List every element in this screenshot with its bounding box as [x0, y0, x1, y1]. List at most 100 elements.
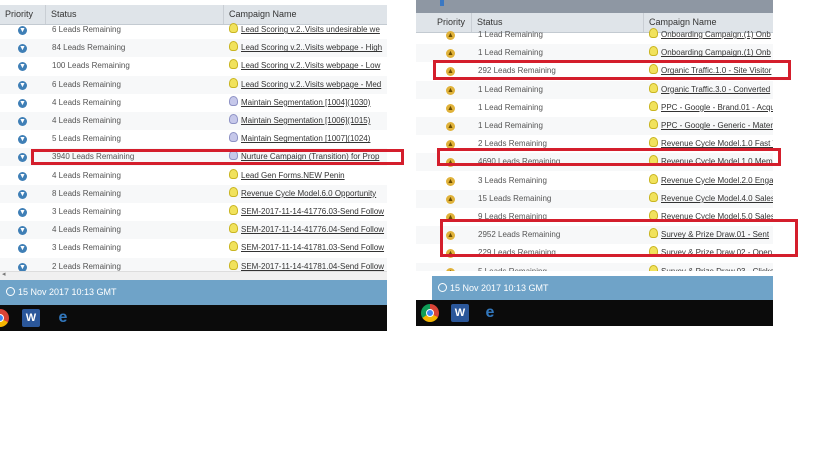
table-row[interactable]: ▲ 3 Leads Remaining Revenue Cycle Model.2.…: [416, 172, 773, 190]
word-icon[interactable]: W: [22, 309, 40, 327]
status-cell: 6 Leads Remaining: [52, 25, 121, 34]
priority-down-icon[interactable]: ▼: [18, 44, 27, 54]
table-row[interactable]: ▲ 1 Lead Remaining Onboarding Campaign.(1)…: [416, 26, 773, 44]
priority-down-icon[interactable]: ▼: [18, 98, 27, 108]
table-row[interactable]: ▼ 5 Leads Remaining Maintain Segmentation …: [0, 130, 387, 148]
campaign-link[interactable]: Maintain Segmentation [1004](1030): [241, 98, 370, 107]
table-row[interactable]: ▼ 8 Leads Remaining Revenue Cycle Model.6.…: [0, 184, 387, 203]
table-row[interactable]: ▲ 1 Lead Remaining PPC - Google - Brand.01…: [416, 99, 773, 117]
scroll-left-arrow-icon[interactable]: ◂: [2, 270, 6, 278]
campaign-link[interactable]: Lead Scoring v.2..Visits webpage - Med: [241, 80, 381, 89]
table-row[interactable]: ▼ 4 Leads Remaining Maintain Segmentation …: [0, 112, 387, 130]
campaign-link[interactable]: Maintain Segmentation [1007](1024): [241, 134, 370, 143]
campaign-link[interactable]: PPC - Google - Brand.01 - Acqu: [661, 103, 773, 112]
table-row[interactable]: ▼ 6 Leads Remaining Lead Scoring v.2..Visi…: [0, 75, 387, 94]
priority-cell: ▼: [18, 167, 27, 185]
table-row[interactable]: ▼ 4 Leads Remaining Maintain Segmentation …: [0, 94, 387, 112]
word-icon[interactable]: W: [451, 304, 469, 322]
campaign-link[interactable]: SEM-2017-11-14-41781.04-Send Follow: [241, 262, 384, 271]
highlight-box-survey: [440, 219, 798, 257]
campaign-link[interactable]: Revenue Cycle Model.2.0 Enga: [661, 176, 773, 185]
priority-down-icon[interactable]: ▼: [18, 135, 27, 145]
table-row[interactable]: ▼ 3 Leads Remaining SEM-2017-11-14-41776.0…: [0, 203, 387, 221]
left-footer: 15 Nov 2017 10:13 GMT: [0, 280, 387, 305]
table-row[interactable]: ▲ 15 Leads Remaining Revenue Cycle Model.4…: [416, 189, 773, 208]
table-row[interactable]: ▲ 5 Leads Remaining Survey & Prize Draw.03…: [416, 262, 773, 271]
priority-cell: ▲: [446, 81, 455, 99]
edge-icon[interactable]: e: [481, 304, 499, 322]
lightbulb-icon: [229, 114, 238, 124]
right-footer-timestamp: 15 Nov 2017 10:13 GMT: [450, 283, 549, 293]
table-row[interactable]: ▼ 4 Leads Remaining Lead Gen Forms.NEW Pen…: [0, 167, 387, 185]
priority-down-icon[interactable]: ▼: [18, 189, 27, 199]
priority-down-icon[interactable]: ▼: [18, 153, 27, 163]
priority-down-icon[interactable]: ▼: [18, 171, 27, 181]
priority-cell: ▼: [18, 203, 27, 221]
priority-up-icon[interactable]: ▲: [446, 122, 455, 131]
priority-cell: ▼: [18, 130, 27, 148]
priority-cell: ▲: [446, 190, 455, 208]
priority-down-icon[interactable]: ▼: [18, 62, 27, 72]
campaign-link[interactable]: SEM-2017-11-14-41781.03-Send Follow: [241, 243, 384, 252]
lightbulb-icon: [229, 205, 238, 215]
lightbulb-icon: [649, 46, 658, 57]
campaign-cell: Lead Scoring v.2..Visits webpage - Low: [229, 57, 387, 75]
table-row[interactable]: ▲ 1 Lead Remaining Organic Traffic.3.0 - C…: [416, 80, 773, 99]
status-cell: 1 Lead Remaining: [478, 121, 543, 130]
campaign-cell: Lead Gen Forms.NEW Penin: [229, 167, 387, 185]
campaign-link[interactable]: Lead Scoring v.2..Visits undesirable we: [241, 25, 380, 34]
campaign-link[interactable]: Lead Gen Forms.NEW Penin: [241, 171, 345, 180]
priority-down-icon[interactable]: ▼: [18, 226, 27, 236]
campaign-link[interactable]: Onboarding Campaign.(1) Onb: [661, 30, 771, 39]
campaign-link[interactable]: Organic Traffic.3.0 - Converted: [661, 85, 770, 94]
priority-down-icon[interactable]: ▼: [18, 244, 27, 254]
edge-icon[interactable]: e: [54, 309, 72, 327]
lightbulb-icon: [649, 119, 658, 129]
priority-up-icon[interactable]: ▲: [446, 49, 455, 59]
status-cell: 1 Lead Remaining: [478, 102, 543, 112]
priority-up-icon[interactable]: ▲: [446, 103, 455, 113]
priority-down-icon[interactable]: ▼: [18, 26, 27, 35]
table-row[interactable]: ▼ 3 Leads Remaining SEM-2017-11-14-41781.0…: [0, 239, 387, 257]
campaign-link[interactable]: Revenue Cycle Model.4.0 Sales: [661, 194, 773, 203]
chrome-icon[interactable]: [421, 304, 439, 322]
priority-up-icon[interactable]: ▲: [446, 31, 455, 40]
priority-up-icon[interactable]: ▲: [446, 176, 455, 186]
lightbulb-icon: [649, 28, 658, 38]
priority-down-icon[interactable]: ▼: [18, 117, 27, 126]
campaign-link[interactable]: Revenue Cycle Model.6.0 Opportunity: [241, 189, 376, 198]
campaign-link[interactable]: SEM-2017-11-14-41776.03-Send Follow: [241, 207, 384, 216]
priority-cell: ▲: [446, 263, 455, 271]
campaign-link[interactable]: PPC - Google - Generic - Mater: [661, 121, 773, 130]
priority-down-icon[interactable]: ▼: [18, 80, 27, 90]
left-horizontal-scrollbar[interactable]: ◂: [0, 271, 387, 280]
campaign-link[interactable]: Revenue Cycle Model.1.0 Fast T: [661, 139, 773, 148]
table-row[interactable]: ▼ 4 Leads Remaining SEM-2017-11-14-41776.0…: [0, 221, 387, 240]
chrome-icon[interactable]: [0, 309, 9, 327]
lightbulb-icon: [649, 82, 658, 93]
campaign-cell: PPC - Google - Brand.01 - Acqu: [649, 99, 773, 117]
status-cell: 8 Leads Remaining: [52, 188, 121, 198]
campaign-cell: Onboarding Campaign.(1) Onb: [649, 26, 773, 44]
campaign-link[interactable]: Lead Scoring v.2..Visits webpage - Low: [241, 61, 380, 70]
lightbulb-icon: [229, 168, 238, 179]
priority-down-icon[interactable]: ▼: [18, 208, 27, 217]
campaign-link[interactable]: Lead Scoring v.2..Visits webpage - High: [241, 43, 382, 52]
campaign-link[interactable]: Survey & Prize Draw.03 - Clicke: [661, 267, 773, 271]
lightbulb-icon: [229, 77, 238, 88]
table-row[interactable]: ▼ 100 Leads Remaining Lead Scoring v.2..Vi…: [0, 57, 387, 75]
status-cell: 3 Leads Remaining: [52, 243, 121, 253]
campaign-link[interactable]: Maintain Segmentation [1006](1015): [241, 116, 370, 125]
priority-up-icon[interactable]: ▲: [446, 194, 455, 204]
table-row[interactable]: ▲ 1 Lead Remaining PPC - Google - Generic …: [416, 117, 773, 135]
campaign-link[interactable]: Onboarding Campaign.(1) Onb: [661, 48, 771, 57]
status-cell: 100 Leads Remaining: [52, 61, 130, 71]
campaign-link[interactable]: SEM-2017-11-14-41776.04-Send Follow: [241, 225, 384, 234]
table-row[interactable]: ▼ 6 Leads Remaining Lead Scoring v.2..Visi…: [0, 21, 387, 39]
priority-cell: ▼: [18, 94, 27, 112]
priority-cell: ▲: [446, 26, 455, 44]
priority-up-icon[interactable]: ▲: [446, 85, 455, 95]
highlight-box-292: [433, 60, 791, 80]
table-row[interactable]: ▼ 84 Leads Remaining Lead Scoring v.2..Vis…: [0, 39, 387, 58]
priority-up-icon[interactable]: ▲: [446, 267, 455, 271]
